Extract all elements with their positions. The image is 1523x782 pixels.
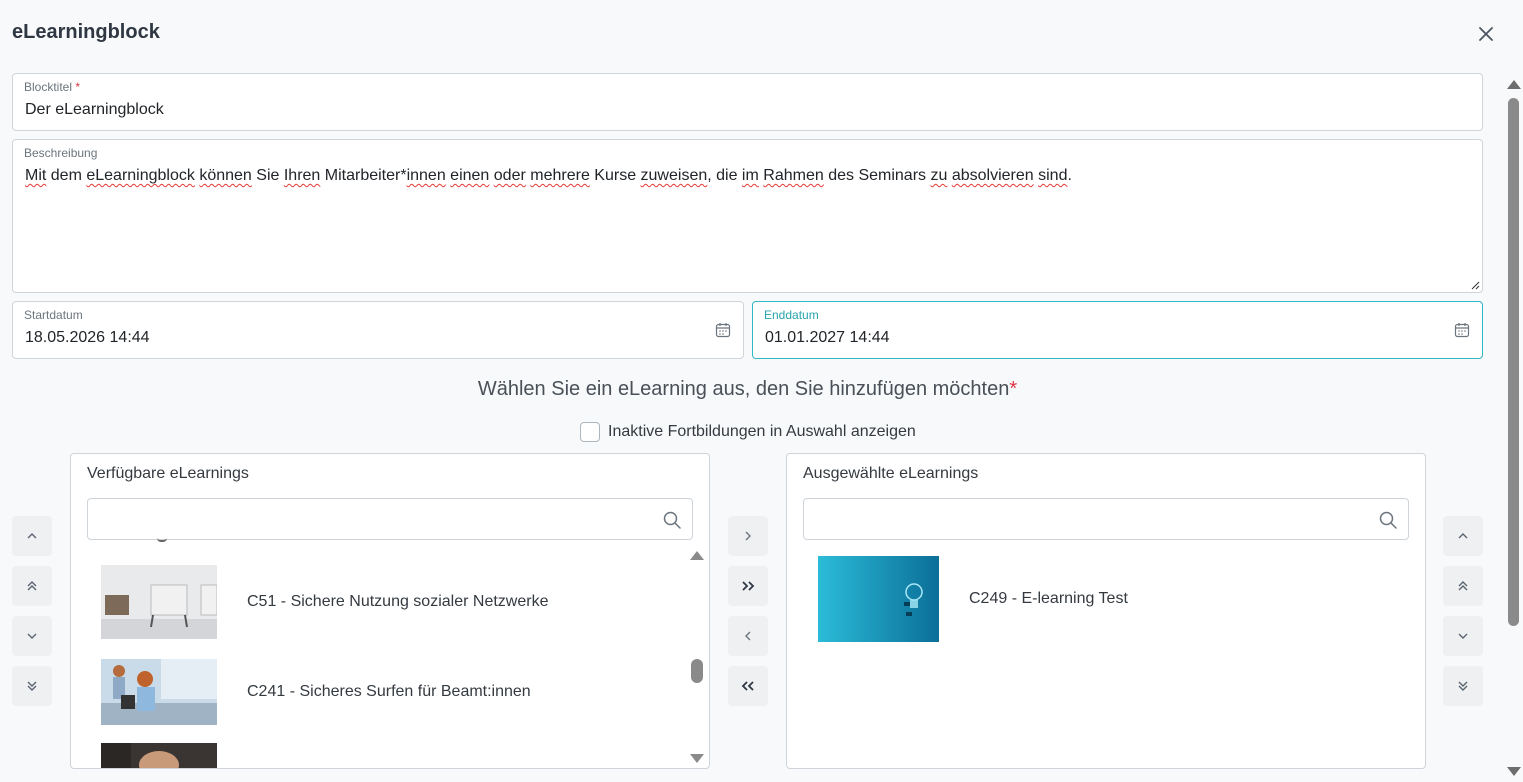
description-word: Ihren bbox=[283, 167, 321, 184]
close-icon bbox=[1479, 27, 1493, 41]
inactive-checkbox-row[interactable]: Inaktive Fortbildungen in Auswahl anzeig… bbox=[580, 422, 916, 442]
move-down-button[interactable] bbox=[12, 616, 52, 656]
thumb-office-workers bbox=[101, 659, 217, 725]
available-elearnings-panel: Verfügbare eLearnings C51 - Sichere Nutz… bbox=[70, 453, 710, 769]
calendar-icon[interactable] bbox=[715, 322, 731, 338]
chevron-down-icon bbox=[1458, 633, 1468, 639]
chevrons-up-icon bbox=[27, 581, 37, 591]
description-word: können bbox=[199, 167, 252, 184]
beschreibung-textarea[interactable]: Mit dem eLearningblock können Sie Ihren … bbox=[25, 167, 1072, 185]
chevron-down-icon bbox=[27, 633, 37, 639]
move-all-right-button[interactable] bbox=[728, 566, 768, 606]
description-word: . bbox=[1067, 167, 1072, 184]
selected-panel-title: Ausgewählte eLearnings bbox=[803, 465, 979, 482]
search-icon bbox=[663, 511, 681, 529]
list-item-label: C241 - Sicheres Surfen für Beamt:innen bbox=[247, 683, 531, 700]
selection-heading: Wählen Sie ein eLearning aus, den Sie hi… bbox=[477, 378, 1018, 400]
startdatum-field[interactable]: Startdatum 18.05.2026 14:44 bbox=[12, 301, 744, 359]
page-scrollbar[interactable] bbox=[1505, 78, 1523, 782]
chevrons-left-icon bbox=[741, 681, 754, 691]
description-word: innen bbox=[406, 167, 446, 184]
move-up-button[interactable] bbox=[12, 516, 52, 556]
thumb-office-chairs bbox=[101, 565, 217, 639]
chevrons-right-icon bbox=[742, 581, 755, 591]
startdatum-label: Startdatum bbox=[24, 308, 83, 322]
chevrons-up-icon bbox=[1458, 581, 1468, 591]
description-word: Sie bbox=[251, 167, 284, 184]
scroll-down-arrow-icon[interactable] bbox=[690, 754, 704, 763]
chevron-left-icon bbox=[745, 631, 751, 641]
chevron-up-icon bbox=[27, 533, 37, 539]
selected-move-up-button[interactable] bbox=[1443, 516, 1483, 556]
description-word: dem bbox=[46, 167, 87, 184]
chevrons-down-icon bbox=[1458, 681, 1468, 691]
description-word: , die bbox=[707, 167, 742, 184]
list-item-label: C51 - Sichere Nutzung sozialer Netzwerke bbox=[247, 593, 549, 610]
chevron-up-icon bbox=[1458, 533, 1468, 539]
selected-move-bottom-button[interactable] bbox=[1443, 666, 1483, 706]
description-word: Kurse bbox=[589, 167, 641, 184]
enddatum-label: Enddatum bbox=[764, 308, 819, 322]
inactive-checkbox-label: Inaktive Fortbildungen in Auswahl anzeig… bbox=[608, 423, 916, 440]
available-search-input[interactable] bbox=[87, 498, 693, 540]
move-top-button[interactable] bbox=[12, 566, 52, 606]
beschreibung-field[interactable]: Beschreibung Mit dem eLearningblock könn… bbox=[12, 139, 1483, 293]
list-item[interactable]: C249 - E-learning Test bbox=[818, 556, 1128, 642]
enddatum-input[interactable]: 01.01.2027 14:44 bbox=[765, 329, 890, 347]
description-word: zuweisen bbox=[640, 167, 708, 184]
move-selected-right-button[interactable] bbox=[728, 516, 768, 556]
scrollbar-thumb[interactable] bbox=[691, 659, 703, 683]
page-scrollbar-thumb[interactable] bbox=[1508, 98, 1519, 626]
list-item[interactable]: C51 - Sichere Nutzung sozialer Netzwerke bbox=[101, 565, 548, 639]
clipped-item-edge bbox=[157, 538, 167, 542]
blocktitel-label: Blocktitel * bbox=[24, 80, 81, 94]
list-item[interactable]: C241 - Sicheres Surfen für Beamt:innen bbox=[101, 659, 531, 725]
description-word: im bbox=[741, 167, 759, 184]
inactive-checkbox[interactable] bbox=[580, 422, 600, 442]
selected-move-down-button[interactable] bbox=[1443, 616, 1483, 656]
description-word: eLearningblock bbox=[86, 167, 195, 184]
move-all-left-button[interactable] bbox=[728, 666, 768, 706]
scroll-up-arrow-icon[interactable] bbox=[690, 551, 704, 560]
list-item-label: C249 - E-learning Test bbox=[969, 590, 1128, 607]
scroll-down-arrow-icon[interactable] bbox=[1507, 767, 1521, 776]
description-word: mehrere bbox=[530, 167, 590, 184]
beschreibung-label: Beschreibung bbox=[24, 146, 98, 160]
description-word: des Seminars bbox=[823, 167, 931, 184]
selected-elearnings-panel: Ausgewählte eLearnings C249 - E-learning… bbox=[786, 453, 1426, 769]
description-word: Rahmen bbox=[763, 167, 824, 184]
available-panel-title: Verfügbare eLearnings bbox=[87, 465, 249, 482]
resize-handle-icon[interactable] bbox=[1470, 280, 1480, 290]
scroll-up-arrow-icon[interactable] bbox=[1507, 80, 1521, 89]
description-word: Mitarbeiter* bbox=[320, 167, 407, 184]
description-word: sind bbox=[1038, 167, 1068, 184]
available-list-scrollbar[interactable] bbox=[689, 549, 705, 767]
description-word: absolvieren bbox=[951, 167, 1034, 184]
move-selected-left-button[interactable] bbox=[728, 616, 768, 656]
dialog-title: eLearningblock bbox=[12, 21, 160, 43]
thumb-lightbulb bbox=[818, 556, 939, 642]
calendar-icon[interactable] bbox=[1454, 322, 1470, 338]
description-word: einen bbox=[450, 167, 490, 184]
move-bottom-button[interactable] bbox=[12, 666, 52, 706]
thumb-portrait bbox=[101, 743, 217, 768]
description-word: zu bbox=[930, 167, 948, 184]
blocktitel-input[interactable]: Der eLearningblock bbox=[25, 101, 164, 119]
search-icon bbox=[1379, 511, 1397, 529]
list-item[interactable] bbox=[101, 743, 247, 768]
blocktitel-field[interactable]: Blocktitel * Der eLearningblock bbox=[12, 73, 1483, 131]
chevron-right-icon bbox=[745, 531, 751, 541]
startdatum-input[interactable]: 18.05.2026 14:44 bbox=[25, 329, 150, 347]
close-button[interactable] bbox=[1474, 22, 1498, 46]
description-word: oder bbox=[493, 167, 526, 184]
chevrons-down-icon bbox=[27, 681, 37, 691]
selected-search-input[interactable] bbox=[803, 498, 1409, 540]
selected-move-top-button[interactable] bbox=[1443, 566, 1483, 606]
description-word: Mit bbox=[25, 167, 47, 184]
enddatum-field[interactable]: Enddatum 01.01.2027 14:44 bbox=[752, 301, 1483, 359]
